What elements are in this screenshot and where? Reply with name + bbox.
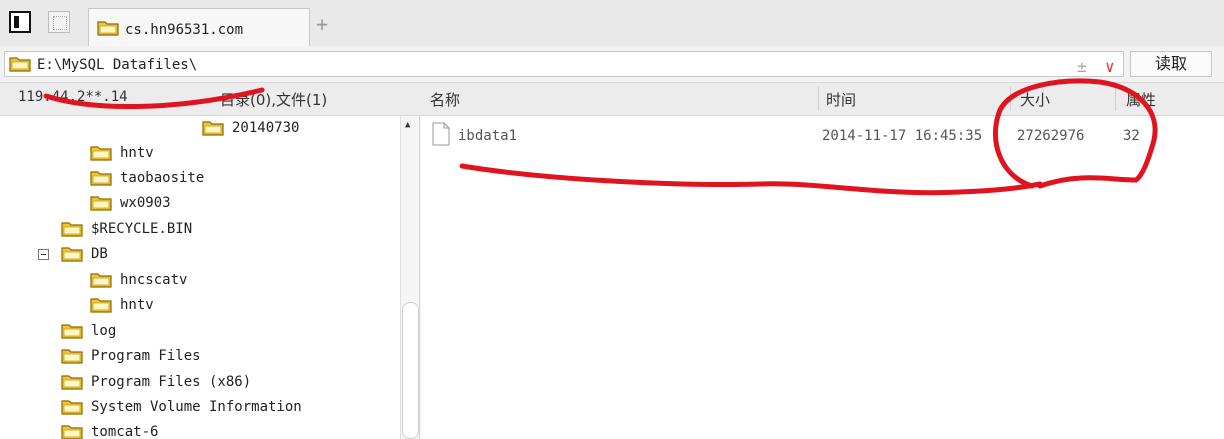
column-attr[interactable]: 属性 (1126, 89, 1156, 110)
file-name: ibdata1 (458, 128, 518, 144)
folder-tree: 20140730 hntv taobaosite wx0903 $RECYCLE… (0, 116, 420, 439)
file-attr: 32 (1123, 128, 1140, 144)
column-size[interactable]: 大小 (1020, 89, 1050, 110)
folder-icon (61, 349, 83, 364)
folder-icon (61, 324, 83, 339)
host-address: 119.44.2**.14 (18, 89, 128, 105)
dir-file-summary: 目录(0),文件(1) (220, 91, 328, 109)
file-list: ibdata1 2014-11-17 16:45:35 27262976 32 (421, 116, 1224, 439)
new-tab-button[interactable]: + (316, 14, 328, 34)
folder-icon (90, 196, 112, 211)
file-time: 2014-11-17 16:45:35 (822, 128, 983, 144)
folder-icon (90, 273, 112, 288)
path-input[interactable]: E:\MySQL Datafiles\ ± ∨ (4, 51, 1124, 77)
tab-label: cs.hn96531.com (125, 22, 244, 38)
folder-icon (90, 298, 112, 313)
path-text: E:\MySQL Datafiles\ (37, 57, 198, 73)
read-button[interactable]: 读取 (1130, 51, 1212, 77)
tab-bar: cs.hn96531.com + (0, 0, 1224, 47)
folder-icon (61, 222, 83, 237)
folder-icon (61, 425, 83, 439)
file-icon (432, 122, 450, 146)
folder-icon (90, 146, 112, 161)
expander-minus-icon[interactable] (38, 249, 49, 260)
folder-icon (61, 375, 83, 390)
file-size: 27262976 (1017, 128, 1085, 144)
plusminus-icon[interactable]: ± (1077, 57, 1087, 76)
chevron-down-icon[interactable]: ∨ (1105, 57, 1115, 76)
tab-active[interactable]: cs.hn96531.com (88, 8, 310, 46)
folder-icon (61, 400, 83, 415)
scroll-up-icon[interactable]: ▲ (405, 120, 410, 130)
address-bar: E:\MySQL Datafiles\ ± ∨ 读取 (0, 46, 1224, 83)
folder-icon (97, 21, 119, 36)
header-row: 119.44.2**.14 目录(0),文件(1) 名称 时间 大小 属性 (0, 83, 1224, 116)
column-name[interactable]: 名称 (430, 89, 460, 110)
tab-grid-icon[interactable] (48, 11, 70, 33)
table-row[interactable]: ibdata1 2014-11-17 16:45:35 27262976 32 (421, 120, 1224, 148)
folder-icon (61, 247, 83, 262)
window-icon[interactable] (9, 11, 31, 33)
column-time[interactable]: 时间 (826, 89, 856, 110)
scroll-thumb[interactable] (402, 302, 419, 439)
folder-icon (90, 171, 112, 186)
folder-icon (202, 121, 224, 136)
tree-scrollbar[interactable]: ▲ (400, 116, 419, 439)
folder-icon (9, 57, 31, 72)
